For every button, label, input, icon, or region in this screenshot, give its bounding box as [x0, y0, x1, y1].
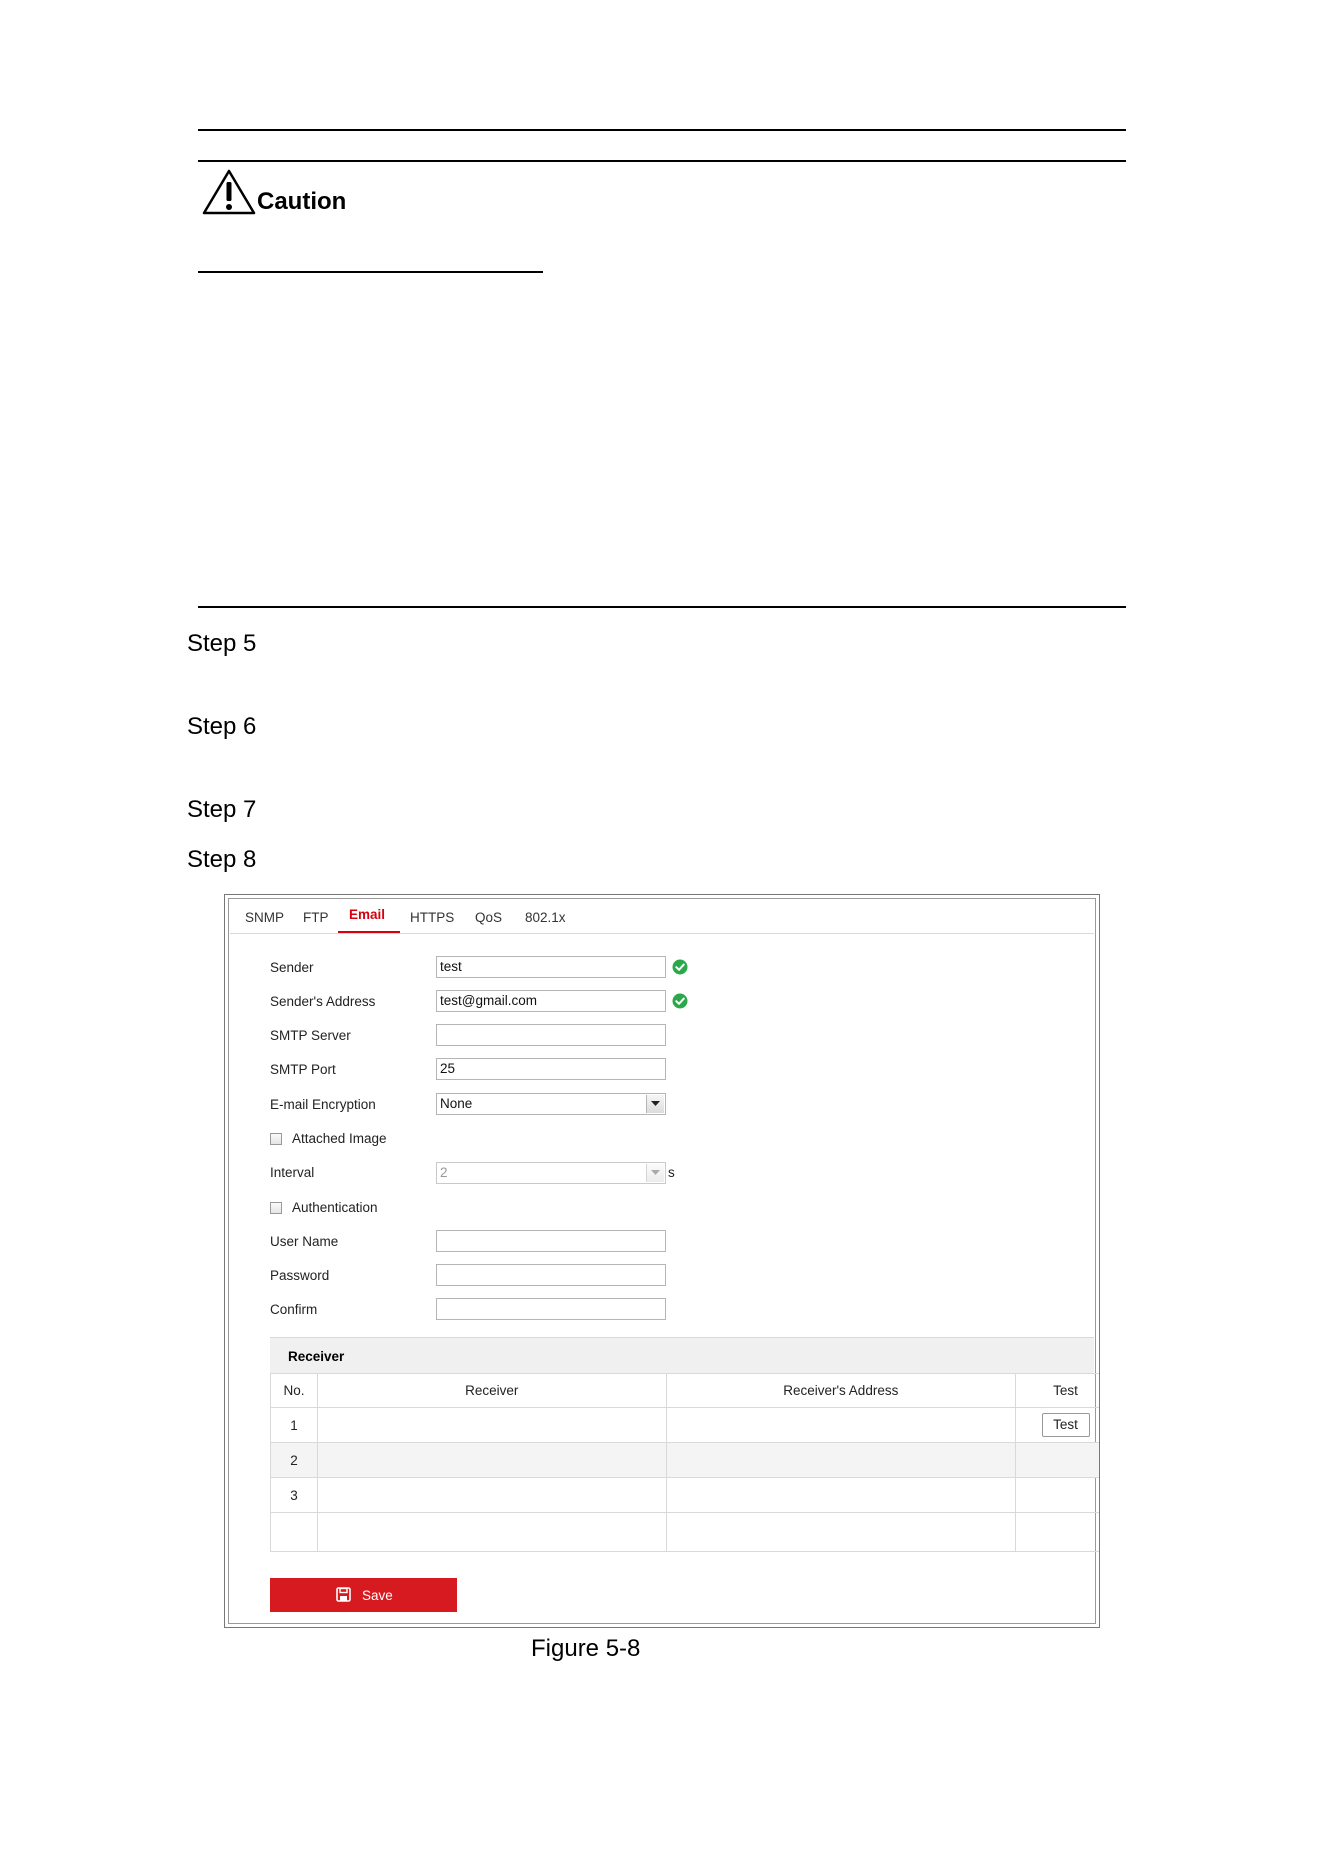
- active-tab-indicator: [338, 931, 400, 933]
- empty-cell: [270, 1512, 318, 1552]
- column-header-receiver: Receiver: [316, 1373, 667, 1408]
- tab-email[interactable]: Email: [349, 907, 385, 922]
- figure-caption: Figure 5-8: [531, 1635, 641, 1662]
- save-button-label: Save: [362, 1588, 393, 1603]
- caution-top-rule: [198, 160, 1126, 162]
- attached-image-label: Attached Image: [292, 1131, 387, 1146]
- receiver-cell[interactable]: [316, 1477, 667, 1513]
- interval-value: 2: [440, 1165, 448, 1180]
- password-input[interactable]: [436, 1264, 666, 1286]
- smtp-server-input[interactable]: [436, 1024, 666, 1046]
- receiver-address-cell[interactable]: [665, 1407, 1017, 1443]
- tab-8021x[interactable]: 802.1x: [525, 910, 566, 925]
- tab-ftp[interactable]: FTP: [303, 910, 329, 925]
- table-header-row: No. Receiver Receiver's Address Test: [270, 1373, 1099, 1408]
- receiver-address-cell[interactable]: [665, 1442, 1017, 1478]
- interval-select[interactable]: 2: [436, 1162, 666, 1184]
- test-button[interactable]: Test: [1041, 1413, 1090, 1437]
- empty-cell: [316, 1512, 667, 1552]
- column-header-test: Test: [1015, 1373, 1099, 1408]
- receiver-cell[interactable]: [316, 1442, 667, 1478]
- chevron-down-icon: [651, 1170, 660, 1175]
- check-circle-icon: [672, 959, 688, 975]
- sender-label: Sender: [270, 960, 314, 975]
- save-button[interactable]: Save: [270, 1578, 457, 1612]
- check-circle-icon: [672, 993, 688, 1009]
- column-header-receiver-address: Receiver's Address: [665, 1373, 1017, 1408]
- confirm-password-input[interactable]: [436, 1298, 666, 1320]
- authentication-label: Authentication: [292, 1200, 378, 1215]
- tab-qos[interactable]: QoS: [475, 910, 502, 925]
- empty-cell: [1015, 1512, 1099, 1552]
- table-row: 3: [270, 1477, 1099, 1513]
- receiver-section-header: Receiver: [270, 1337, 1094, 1374]
- smtp-port-label: SMTP Port: [270, 1062, 336, 1077]
- receiver-table: No. Receiver Receiver's Address Test 1 T…: [270, 1373, 1099, 1552]
- step-6-label: Step 6: [187, 713, 257, 740]
- sender-address-label: Sender's Address: [270, 994, 376, 1009]
- confirm-label: Confirm: [270, 1302, 318, 1317]
- step-5-label: Step 5: [187, 630, 257, 657]
- test-cell: [1015, 1477, 1099, 1513]
- tab-https[interactable]: HTTPS: [410, 910, 454, 925]
- email-encryption-value: None: [440, 1096, 473, 1111]
- network-tabs: SNMP FTP Email HTTPS QoS 802.1x: [230, 900, 1094, 934]
- user-name-label: User Name: [270, 1234, 339, 1249]
- interval-unit: s: [668, 1165, 675, 1180]
- step-8-label: Step 8: [187, 846, 257, 873]
- attached-image-checkbox[interactable]: [270, 1133, 282, 1145]
- caution-underline: [198, 271, 543, 273]
- top-rule: [198, 129, 1126, 131]
- email-settings-panel: SNMP FTP Email HTTPS QoS 802.1x Sender t…: [230, 900, 1099, 1622]
- row-number: 2: [270, 1442, 318, 1478]
- floppy-disk-icon: [336, 1587, 351, 1602]
- table-row: 1 Test: [270, 1407, 1099, 1443]
- authentication-checkbox[interactable]: [270, 1202, 282, 1214]
- sender-address-input[interactable]: test@gmail.com: [436, 990, 666, 1012]
- warning-icon: [202, 169, 256, 215]
- row-number: 1: [270, 1407, 318, 1443]
- caution-bottom-rule: [198, 606, 1126, 608]
- receiver-section-title: Receiver: [288, 1349, 345, 1364]
- password-label: Password: [270, 1268, 330, 1283]
- receiver-address-cell[interactable]: [665, 1477, 1017, 1513]
- step-7-label: Step 7: [187, 796, 257, 823]
- smtp-server-label: SMTP Server: [270, 1028, 351, 1043]
- dropdown-arrow-button[interactable]: [646, 1164, 664, 1182]
- interval-label: Interval: [270, 1165, 315, 1180]
- email-settings-screenshot: SNMP FTP Email HTTPS QoS 802.1x Sender t…: [224, 894, 1100, 1628]
- table-row-empty: [270, 1512, 1099, 1552]
- test-cell: [1015, 1442, 1099, 1478]
- column-header-no: No.: [270, 1373, 318, 1408]
- sender-input[interactable]: test: [436, 956, 666, 978]
- empty-cell: [665, 1512, 1017, 1552]
- tab-snmp[interactable]: SNMP: [245, 910, 284, 925]
- user-name-input[interactable]: [436, 1230, 666, 1252]
- email-encryption-label: E-mail Encryption: [270, 1097, 376, 1112]
- table-row: 2: [270, 1442, 1099, 1478]
- dropdown-arrow-button[interactable]: [646, 1095, 664, 1113]
- email-encryption-select[interactable]: None: [436, 1093, 666, 1115]
- row-number: 3: [270, 1477, 318, 1513]
- receiver-cell[interactable]: [316, 1407, 667, 1443]
- test-cell: Test: [1015, 1407, 1099, 1443]
- chevron-down-icon: [651, 1101, 660, 1106]
- caution-label: Caution: [257, 188, 347, 215]
- smtp-port-input[interactable]: 25: [436, 1058, 666, 1080]
